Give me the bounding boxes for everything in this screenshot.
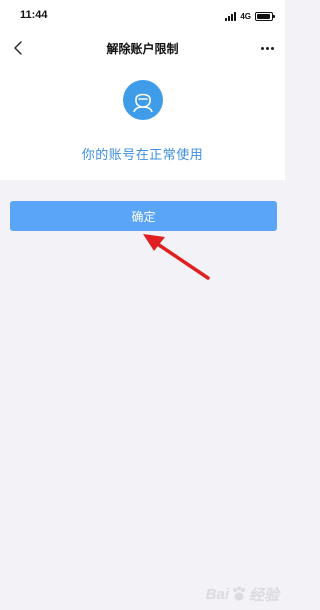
baidu-watermark: Bai 经验 bbox=[206, 582, 279, 606]
watermark-suffix: 经验 bbox=[248, 586, 279, 604]
back-button[interactable] bbox=[6, 36, 30, 60]
account-status-panel: 你的账号在正常使用 bbox=[0, 64, 285, 180]
network-type-label: 4G bbox=[240, 11, 251, 21]
signal-icon bbox=[225, 11, 237, 21]
avatar bbox=[123, 80, 163, 120]
navigation-bar: 解除账户限制 bbox=[0, 32, 285, 64]
status-bar: 11:44 4G bbox=[0, 0, 285, 32]
more-dot bbox=[265, 46, 269, 50]
more-dot bbox=[270, 46, 274, 50]
chevron-left-icon bbox=[14, 41, 22, 55]
more-button[interactable] bbox=[255, 36, 279, 60]
battery-icon bbox=[255, 11, 275, 21]
arrow-shaft bbox=[154, 241, 210, 280]
status-indicators: 4G bbox=[225, 10, 275, 22]
paw-icon bbox=[232, 586, 245, 601]
more-horizontal-icon bbox=[260, 46, 264, 50]
status-time: 11:44 bbox=[20, 9, 48, 21]
user-icon bbox=[133, 93, 153, 113]
watermark-brand: Bai bbox=[205, 585, 229, 603]
arrow-head bbox=[143, 234, 165, 251]
confirm-button[interactable]: 确定 bbox=[10, 201, 277, 231]
account-status-message: 你的账号在正常使用 bbox=[81, 148, 204, 163]
page-title: 解除账户限制 bbox=[106, 42, 179, 56]
battery-level bbox=[257, 13, 270, 19]
